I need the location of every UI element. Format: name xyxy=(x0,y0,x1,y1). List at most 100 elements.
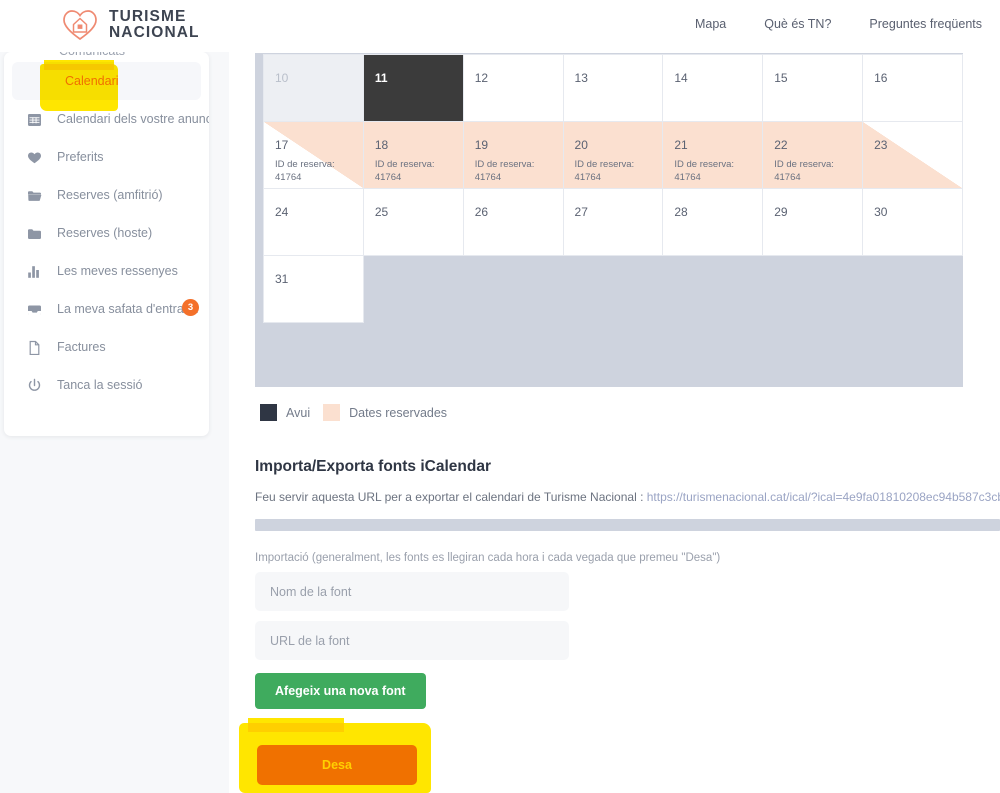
calendar-container: 10 11 12 13 14 15 16 17 ID de reserva: 41764 18 ID … xyxy=(255,53,963,387)
reservation-id-text: ID de reserva: xyxy=(774,159,834,170)
sidebar-item-reserves-amfitri[interactable]: Reserves (amfitrió) xyxy=(4,176,209,214)
calendar-day-cell[interactable]: 13 xyxy=(562,54,664,122)
save-button[interactable]: Desa xyxy=(257,745,417,785)
sidebar-item-label: Calendari xyxy=(65,74,119,88)
heart-icon xyxy=(26,149,42,165)
source-name-input[interactable] xyxy=(255,572,569,611)
calendar-day-cell[interactable]: 27 xyxy=(562,188,664,256)
legend-item-today: Avui xyxy=(260,404,310,421)
sidebar-item-les-meves-ressenyes[interactable]: Les meves ressenyes xyxy=(4,252,209,290)
sidebar-item-reserves-hoste[interactable]: Reserves (hoste) xyxy=(4,214,209,252)
calendar-day-cell[interactable]: 18 ID de reserva: 41764 xyxy=(362,121,464,189)
calendar-day-cell[interactable]: 25 xyxy=(362,188,464,256)
calendar-day-cell[interactable]: 16 xyxy=(862,54,963,122)
calendar-day-cell[interactable]: 22 ID de reserva: 41764 xyxy=(762,121,864,189)
calendar-cell-empty xyxy=(762,255,864,323)
calendar-cell-empty xyxy=(662,255,764,323)
calendar-day-cell[interactable]: 28 xyxy=(662,188,764,256)
calendar-week-row: 24 25 26 27 28 29 30 xyxy=(263,188,963,256)
legend-swatch-booked xyxy=(323,404,341,421)
calendar-day-cell[interactable]: 15 xyxy=(762,54,864,122)
calendar-day-number: 24 xyxy=(275,205,289,219)
legend-swatch-today xyxy=(260,404,277,421)
sidebar-item-label: Tanca la sessió xyxy=(57,378,143,392)
reservation-id-value: 41764 xyxy=(574,172,601,183)
sidebar-item-label: Calendari dels vostre anuncis xyxy=(57,112,209,126)
calendar-day-cell[interactable]: 29 xyxy=(762,188,864,256)
sidebar-item-preferits[interactable]: Preferits xyxy=(4,138,209,176)
sidebar-item-tanca-la-sessi[interactable]: Tanca la sessió xyxy=(4,366,209,404)
horizontal-scrollbar[interactable] xyxy=(255,519,1000,531)
calendar-day-cell[interactable]: 30 xyxy=(862,188,963,256)
reservation-id-text: ID de reserva: xyxy=(374,159,435,170)
reservation-id-value: 41764 xyxy=(774,172,801,183)
sidebar-item-calendari-dels-vostre-anuncis[interactable]: Calendari dels vostre anuncis xyxy=(4,100,209,138)
checkout-diagonal xyxy=(863,122,962,188)
source-url-input[interactable] xyxy=(255,621,569,660)
sidebar-item-factures[interactable]: Factures xyxy=(4,328,209,366)
calendar-day-number: 20 xyxy=(574,138,588,152)
calendar-icon xyxy=(34,73,50,89)
calendar-day-cell[interactable]: 26 xyxy=(462,188,564,256)
reservation-id-label: ID de reserva: 41764 xyxy=(674,158,756,184)
calendar-day-cell[interactable]: 10 xyxy=(263,54,364,122)
calendar-day-number: 15 xyxy=(774,71,788,85)
calendar-day-cell[interactable]: 14 xyxy=(662,54,764,122)
nav-preguntes-frequents[interactable]: Preguntes freqüents xyxy=(869,17,982,31)
brand-line-1: TURISME xyxy=(109,7,187,25)
calendar-day-cell[interactable]: 20 ID de reserva: 41764 xyxy=(562,121,664,189)
add-new-source-button[interactable]: Afegeix una nova font xyxy=(255,673,426,709)
nav-mapa[interactable]: Mapa xyxy=(695,17,726,31)
calendar-cell-empty xyxy=(862,255,963,323)
top-navigation: Mapa Què és TN? Preguntes freqüents xyxy=(695,17,982,31)
calendar-day-cell[interactable]: 17 ID de reserva: 41764 xyxy=(263,121,364,189)
reservation-id-label: ID de reserva: 41764 xyxy=(575,158,657,184)
calendar-day-cell[interactable]: 21 ID de reserva: 41764 xyxy=(662,121,764,189)
calendar-day-cell[interactable]: 23 xyxy=(862,121,963,189)
nav-que-es-tn[interactable]: Què és TN? xyxy=(764,17,831,31)
inbox-icon xyxy=(26,301,42,317)
calendar-day-number: 18 xyxy=(374,138,389,152)
legend-item-booked: Dates reservades xyxy=(323,404,447,421)
calendar-day-cell[interactable]: 19 ID de reserva: 41764 xyxy=(462,121,564,189)
calendar-day-cell[interactable]: 24 xyxy=(263,188,364,256)
calendar-day-number: 25 xyxy=(374,205,389,219)
calendar-day-number: 28 xyxy=(674,205,688,219)
brand-line-2: NACIONAL xyxy=(109,24,200,41)
reservation-id-value: 41764 xyxy=(474,172,502,183)
sidebar-item-clipped[interactable]: Comunicats xyxy=(4,52,209,60)
calendar-day-number: 31 xyxy=(275,272,289,286)
sidebar-item-label: Les meves ressenyes xyxy=(57,264,178,278)
calendar-day-cell[interactable]: 12 xyxy=(462,54,564,122)
sidebar: Comunicats Calendari Calendari dels vostr… xyxy=(4,52,209,436)
sidebar-item-calendari[interactable]: Calendari xyxy=(12,62,201,100)
folder-open-icon xyxy=(26,187,42,203)
calendar-day-number: 21 xyxy=(674,138,688,152)
reservation-id-text: ID de reserva: xyxy=(474,159,535,170)
ical-import-note: Importació (generalment, les fonts es ll… xyxy=(255,552,721,564)
calendar-day-cell[interactable]: 11 xyxy=(362,54,464,122)
reservation-id-label: ID de reserva: 41764 xyxy=(774,158,856,184)
calendar-grid: 10 11 12 13 14 15 16 17 ID de reserva: 41764 18 ID … xyxy=(263,54,963,323)
calendar-grid-icon xyxy=(26,111,42,127)
ical-export-text: Feu servir aquesta URL per a exportar el… xyxy=(255,490,647,504)
reservation-id-text: ID de reserva: xyxy=(574,159,635,170)
sidebar-item-la-meva-safata-d-entrada[interactable]: La meva safata d'entrada 3 xyxy=(4,290,209,328)
calendar-day-number: 16 xyxy=(874,71,888,85)
power-icon xyxy=(26,377,42,393)
calendar-day-number: 17 xyxy=(275,138,289,152)
heart-house-icon xyxy=(63,10,97,41)
calendar-week-row: 10 11 12 13 14 15 16 xyxy=(263,54,963,122)
reservation-id-value: 41764 xyxy=(674,172,701,183)
calendar-day-cell[interactable]: 31 xyxy=(263,255,364,323)
folder-icon xyxy=(26,225,42,241)
brand-logo[interactable]: TURISME NACIONAL xyxy=(60,5,200,45)
sidebar-item-label: Reserves (hoste) xyxy=(57,226,153,240)
calendar-day-number: 27 xyxy=(574,205,588,219)
calendar-day-number: 26 xyxy=(474,205,489,219)
calendar-day-number: 22 xyxy=(774,138,788,152)
ical-export-line: Feu servir aquesta URL per a exportar el… xyxy=(255,490,1000,504)
reservation-id-value: 41764 xyxy=(275,172,302,183)
ical-export-url[interactable]: https://turismenacional.cat/ical/?ical=4… xyxy=(647,490,1000,504)
calendar-week-row: 31 xyxy=(263,255,963,323)
